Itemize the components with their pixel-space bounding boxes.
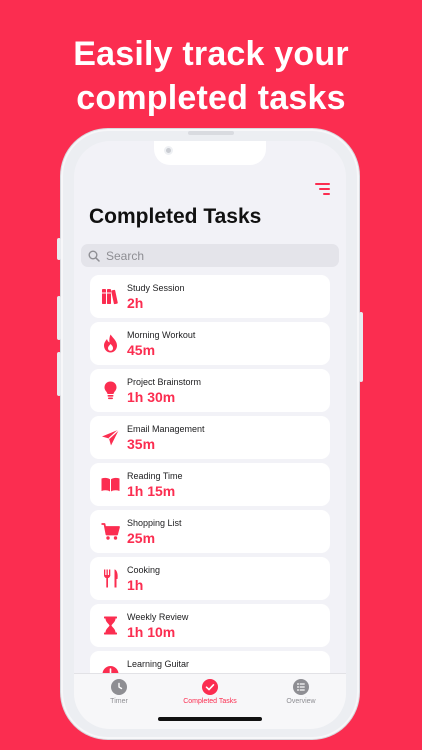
checkmark-icon — [202, 679, 218, 695]
task-duration: 1h 10m — [127, 624, 176, 640]
task-duration: 1h — [127, 577, 144, 593]
book-icon — [101, 477, 120, 492]
timer-icon — [111, 679, 127, 695]
task-name: Shopping List — [127, 518, 182, 528]
flame-icon — [104, 334, 117, 353]
tab-label: Completed Tasks — [183, 698, 237, 705]
app-screen: Completed Tasks Study Session 2h Morning… — [74, 141, 346, 729]
task-list: Study Session 2h Morning Workout 45m Pro… — [90, 275, 330, 698]
task-name: Learning Guitar — [127, 659, 190, 669]
search-input[interactable] — [106, 248, 306, 263]
task-card[interactable]: Project Brainstorm 1h 30m — [90, 369, 330, 412]
task-name: Reading Time — [127, 471, 183, 481]
home-indicator — [158, 717, 262, 721]
tab-bar: Timer Completed Tasks Overview — [74, 673, 346, 729]
cart-icon — [101, 523, 120, 540]
task-duration: 25m — [127, 530, 156, 546]
task-duration: 1h 30m — [127, 389, 176, 405]
headline: Easily track your completed tasks — [0, 32, 422, 120]
filter-menu-icon[interactable] — [315, 183, 330, 195]
phone-power-button — [359, 312, 363, 382]
task-card[interactable]: Morning Workout 45m — [90, 322, 330, 365]
books-icon — [102, 289, 118, 305]
headline-line-2: completed tasks — [76, 79, 346, 117]
tab-timer[interactable]: Timer — [74, 679, 164, 705]
task-name: Morning Workout — [127, 330, 196, 340]
headline-line-1: Easily track your — [73, 35, 349, 73]
page-title: Completed Tasks — [89, 205, 262, 228]
camera-icon — [164, 146, 173, 155]
task-duration: 35m — [127, 436, 156, 452]
task-name: Study Session — [127, 283, 185, 293]
task-card[interactable]: Email Management 35m — [90, 416, 330, 459]
task-duration: 1h 15m — [127, 483, 176, 499]
task-card[interactable]: Shopping List 25m — [90, 510, 330, 553]
task-duration: 2h — [127, 295, 144, 311]
task-name: Cooking — [127, 565, 161, 575]
task-name: Project Brainstorm — [127, 377, 202, 387]
lightbulb-icon — [104, 381, 117, 400]
task-card[interactable]: Cooking 1h — [90, 557, 330, 600]
fork-knife-icon — [104, 569, 118, 588]
phone-side-button — [57, 238, 61, 260]
tab-overview[interactable]: Overview — [256, 679, 346, 705]
paperplane-icon — [102, 429, 120, 446]
task-name: Weekly Review — [127, 612, 189, 622]
task-card[interactable]: Study Session 2h — [90, 275, 330, 318]
search-bar[interactable] — [81, 244, 339, 267]
tab-completed-tasks[interactable]: Completed Tasks — [165, 679, 255, 705]
list-icon — [293, 679, 309, 695]
phone-volume-up — [57, 296, 61, 340]
task-duration: 45m — [127, 342, 156, 358]
phone-speaker — [188, 131, 234, 135]
notch — [154, 141, 266, 165]
task-name: Email Management — [127, 424, 205, 434]
tab-label: Timer — [110, 698, 128, 705]
task-card[interactable]: Weekly Review 1h 10m — [90, 604, 330, 647]
phone-volume-down — [57, 352, 61, 396]
task-card[interactable]: Reading Time 1h 15m — [90, 463, 330, 506]
hourglass-icon — [104, 616, 117, 635]
tab-label: Overview — [286, 698, 316, 705]
search-icon — [88, 250, 100, 262]
